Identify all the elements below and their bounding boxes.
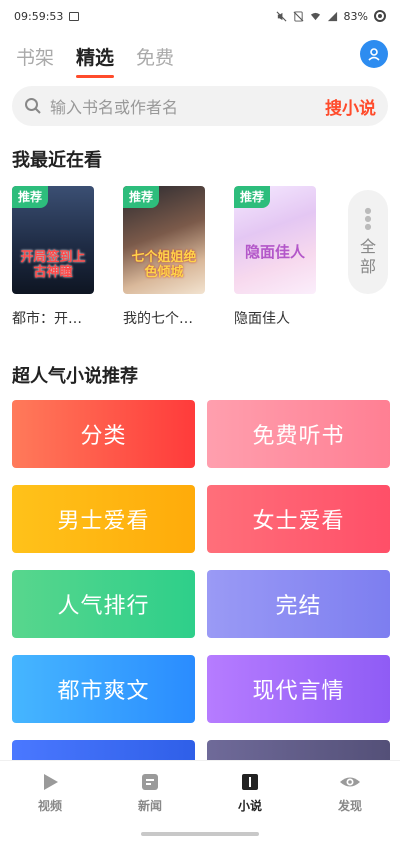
status-time: 09:59:53 bbox=[14, 9, 64, 23]
image-notification-icon bbox=[69, 11, 80, 21]
category-button[interactable]: 现代言情 bbox=[207, 655, 390, 723]
recent-books: 推荐 开局签到上古神瞳 都市：开… 推荐 七个姐姐绝色倾城 我的七个… 推荐 隐… bbox=[12, 186, 400, 336]
play-icon bbox=[44, 774, 58, 790]
category-button[interactable]: 分类 bbox=[12, 400, 195, 468]
status-bar: 09:59:53 83% bbox=[0, 0, 400, 32]
user-icon bbox=[368, 48, 380, 61]
nav-video[interactable]: 视频 bbox=[0, 761, 100, 824]
nav-discover[interactable]: 发现 bbox=[300, 761, 400, 824]
tab-featured[interactable]: 精选 bbox=[76, 43, 115, 78]
nav-label: 新闻 bbox=[137, 799, 162, 813]
view-all-label: 全部 bbox=[359, 237, 376, 276]
bottom-nav: 视频 新闻 小说 发现 bbox=[0, 760, 400, 824]
tab-free[interactable]: 免费 bbox=[136, 43, 174, 70]
book-cover: 推荐 七个姐姐绝色倾城 bbox=[123, 186, 205, 294]
category-button[interactable]: 都市爽文 bbox=[12, 655, 195, 723]
status-icons: 83% bbox=[276, 10, 386, 23]
recent-section-title: 我最近在看 bbox=[12, 150, 102, 171]
book-name: 我的七个… bbox=[123, 311, 193, 327]
book-cover: 推荐 隐面佳人 bbox=[234, 186, 316, 294]
book-name: 隐面佳人 bbox=[234, 311, 290, 327]
tab-bookshelf[interactable]: 书架 bbox=[16, 43, 54, 70]
book-icon bbox=[242, 774, 258, 790]
book-name: 都市：开… bbox=[12, 311, 82, 327]
nav-label: 视频 bbox=[37, 799, 62, 813]
signal-icon bbox=[327, 11, 337, 21]
eye-icon bbox=[340, 777, 360, 787]
nav-news[interactable]: 新闻 bbox=[100, 761, 200, 824]
nav-label: 发现 bbox=[337, 799, 362, 813]
dots-icon: ● ● ● bbox=[364, 206, 372, 231]
cover-title: 七个姐姐绝色倾城 bbox=[131, 250, 197, 280]
top-tab-bar: 书架 精选 免费 bbox=[0, 36, 400, 78]
recommend-badge: 推荐 bbox=[234, 186, 271, 208]
search-novel-button[interactable]: 搜小说 bbox=[325, 94, 376, 119]
recent-book-card[interactable]: 推荐 七个姐姐绝色倾城 我的七个… bbox=[123, 186, 205, 328]
search-input[interactable]: 输入书名或作者名 bbox=[50, 94, 325, 118]
nav-label: 小说 bbox=[237, 799, 262, 813]
news-icon bbox=[142, 774, 158, 790]
recommend-badge: 推荐 bbox=[123, 186, 160, 208]
recent-book-card[interactable]: 推荐 隐面佳人 隐面佳人 bbox=[234, 186, 316, 328]
battery-icon bbox=[374, 10, 386, 22]
book-cover: 推荐 开局签到上古神瞳 bbox=[12, 186, 94, 294]
category-button[interactable]: 完结 bbox=[207, 570, 390, 638]
category-button[interactable]: 免费听书 bbox=[207, 400, 390, 468]
user-avatar[interactable] bbox=[360, 40, 388, 68]
recommend-badge: 推荐 bbox=[12, 186, 49, 208]
cover-title: 开局签到上古神瞳 bbox=[20, 250, 86, 280]
category-button[interactable]: 人气排行 bbox=[12, 570, 195, 638]
recent-book-card[interactable]: 推荐 开局签到上古神瞳 都市：开… bbox=[12, 186, 94, 328]
popular-section-title: 超人气小说推荐 bbox=[12, 366, 138, 387]
search-bar[interactable]: 输入书名或作者名 搜小说 bbox=[12, 86, 388, 126]
mute-icon bbox=[276, 11, 287, 21]
category-button[interactable]: 男士爱看 bbox=[12, 485, 195, 553]
category-button[interactable]: 女士爱看 bbox=[207, 485, 390, 553]
wifi-icon bbox=[310, 12, 320, 20]
no-sim-icon bbox=[293, 10, 304, 22]
search-icon bbox=[25, 98, 41, 114]
view-all-button[interactable]: ● ● ● 全部 bbox=[348, 190, 388, 294]
battery-text: 83% bbox=[343, 9, 368, 23]
cover-title: 隐面佳人 bbox=[244, 243, 305, 261]
nav-novel[interactable]: 小说 bbox=[200, 761, 300, 824]
home-indicator[interactable] bbox=[141, 832, 259, 836]
